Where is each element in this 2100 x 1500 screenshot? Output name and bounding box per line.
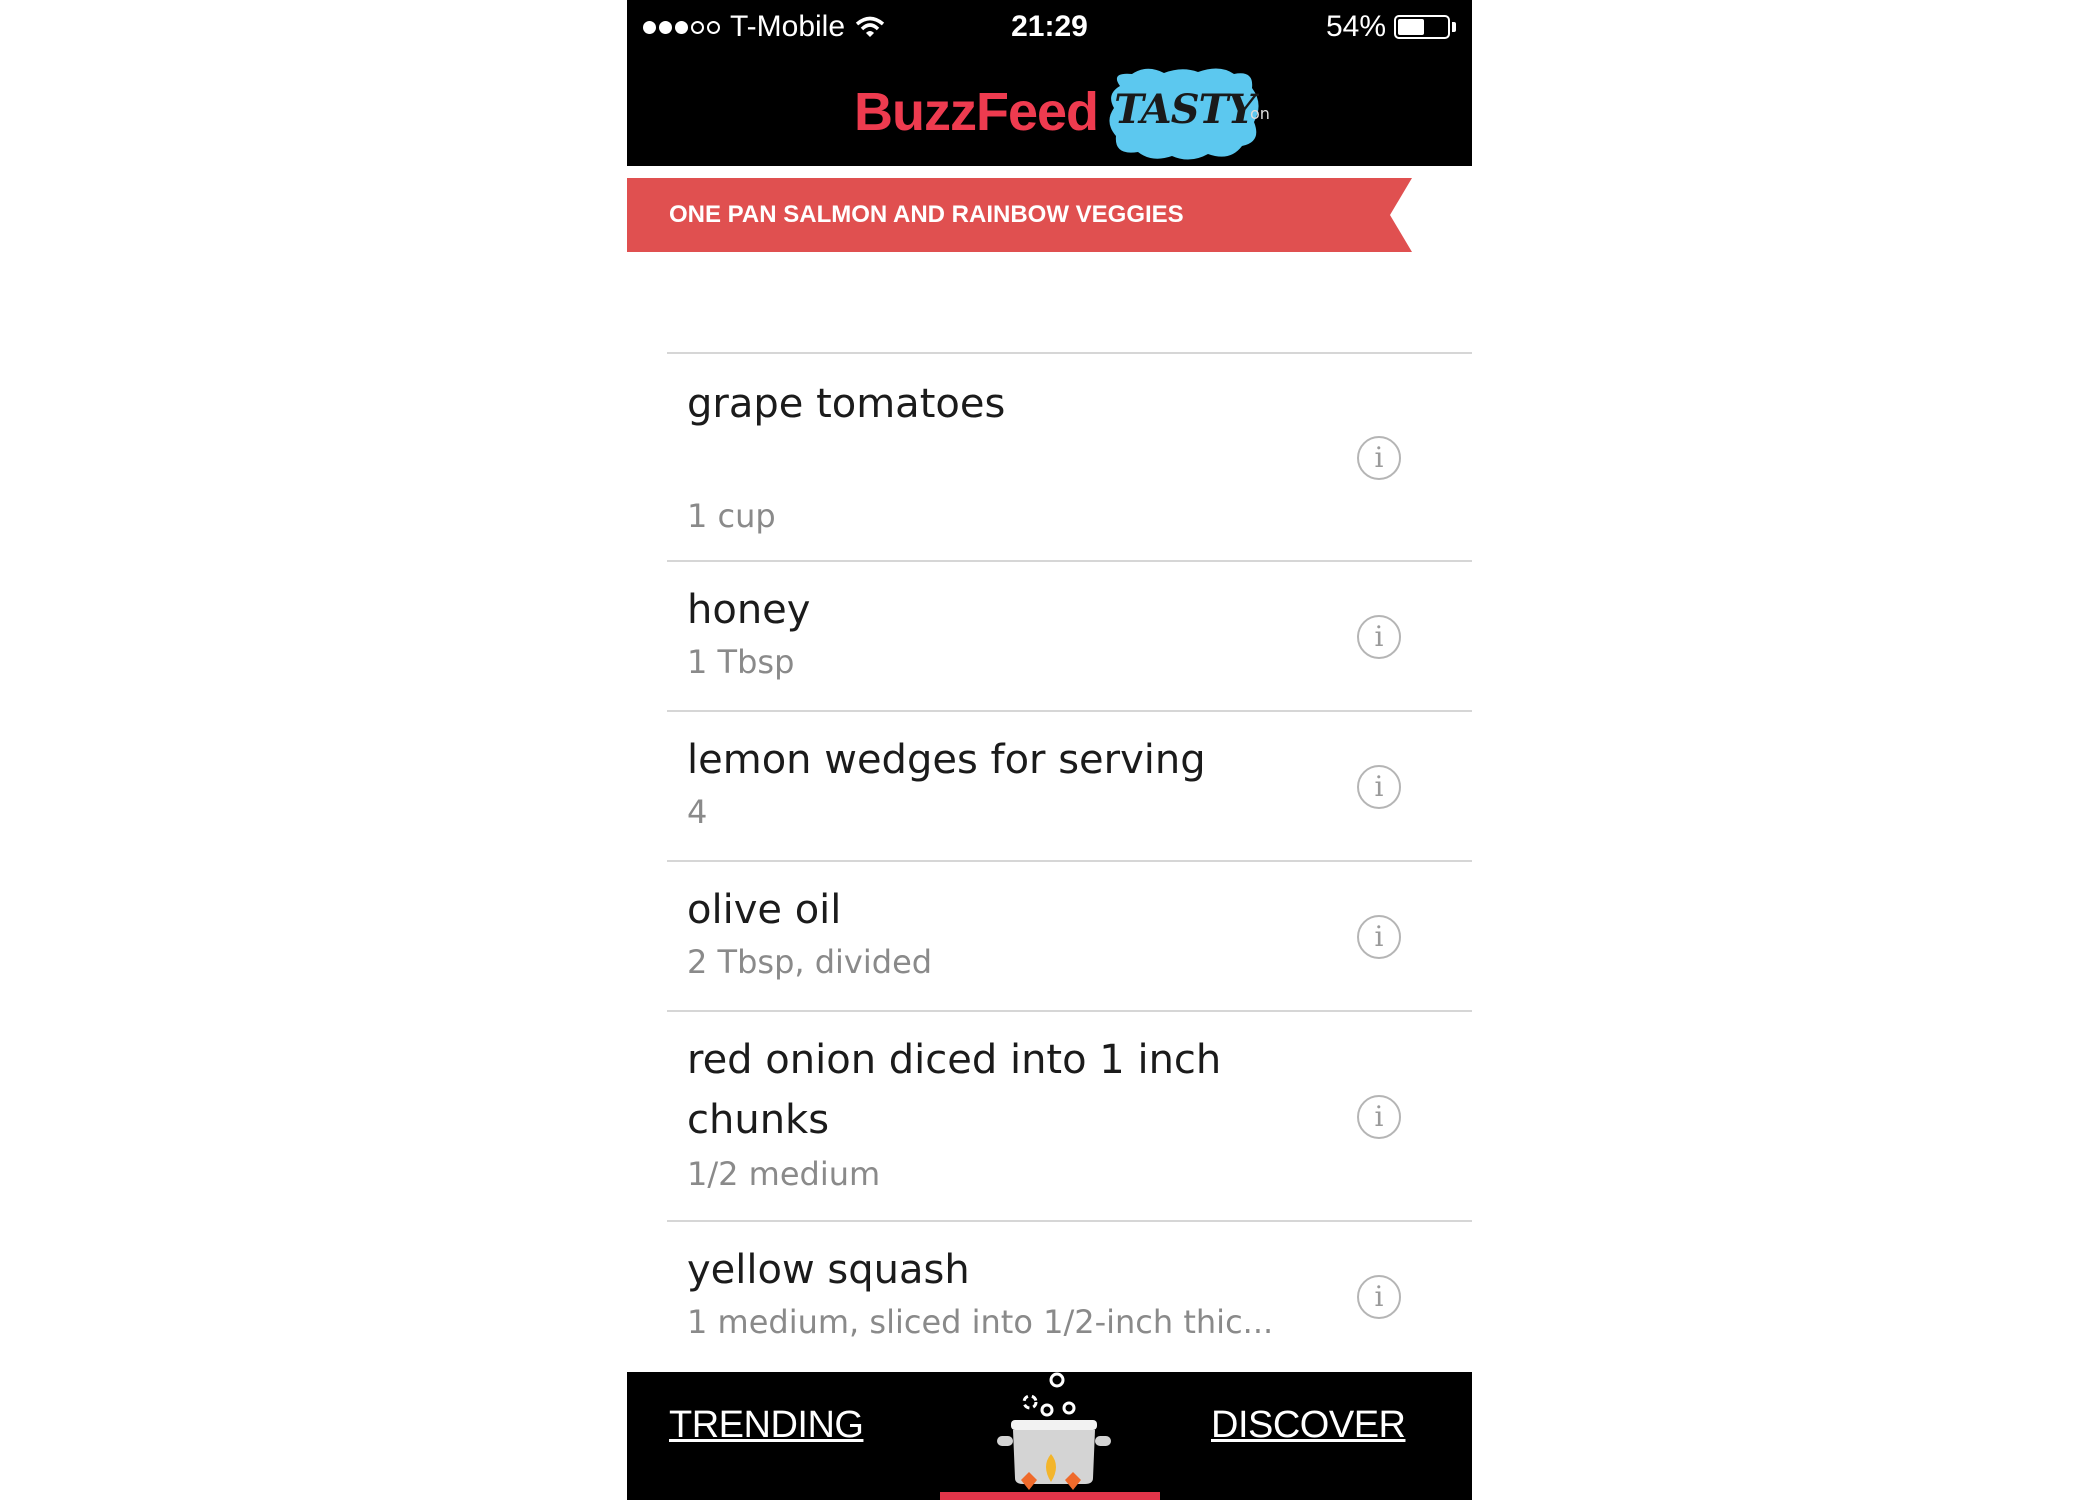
list-item[interactable]: honey 1 Tbsp i: [667, 562, 1472, 712]
tasty-logo: TASTY: [1114, 86, 1256, 133]
info-icon[interactable]: i: [1357, 436, 1401, 480]
ingredient-name: lemon wedges for serving: [687, 737, 1206, 783]
battery-group: 54%: [1326, 10, 1456, 44]
status-bar: T-Mobile 21:29 54%: [627, 0, 1472, 56]
ingredient-quantity: 1 medium, sliced into 1/2-inch thic...: [687, 1303, 1274, 1341]
ingredient-name: grape tomatoes: [687, 381, 1006, 427]
tab-discover[interactable]: DISCOVER: [1211, 1404, 1406, 1447]
tab-trending[interactable]: TRENDING: [669, 1404, 864, 1447]
ingredient-quantity: 1/2 medium: [687, 1155, 881, 1193]
battery-percent: 54%: [1325, 10, 1386, 43]
logo-suffix: on: [1250, 104, 1270, 123]
ingredient-quantity: 4: [687, 793, 708, 831]
list-item[interactable]: grape tomatoes 1 cup i: [667, 354, 1472, 562]
ingredient-name: honey: [687, 587, 811, 633]
top-bar: T-Mobile 21:29 54% BuzzFeed TASTY on: [627, 0, 1472, 166]
recipe-title: ONE PAN SALMON AND RAINBOW VEGGIES: [669, 201, 1184, 228]
list-header-spacer: [667, 252, 1472, 354]
recipe-title-banner: ONE PAN SALMON AND RAINBOW VEGGIES: [627, 178, 1412, 252]
ingredient-name: yellow squash: [687, 1247, 970, 1293]
ingredient-quantity: 1 Tbsp: [687, 643, 795, 681]
buzzfeed-logo: BuzzFeed: [854, 82, 1099, 142]
active-indicator: [940, 1492, 1160, 1500]
ingredient-list: grape tomatoes 1 cup i honey 1 Tbsp i le…: [627, 252, 1472, 1372]
info-icon[interactable]: i: [1357, 765, 1401, 809]
bottom-nav: TRENDING DISCOVER: [627, 1372, 1472, 1500]
ingredient-quantity: 2 Tbsp, divided: [687, 943, 933, 981]
info-icon[interactable]: i: [1357, 1275, 1401, 1319]
cooking-pot-icon[interactable]: [977, 1372, 1127, 1500]
info-icon[interactable]: i: [1357, 615, 1401, 659]
phone-screen: T-Mobile 21:29 54% BuzzFeed TASTY on ONE…: [627, 0, 1472, 1500]
list-item[interactable]: red onion diced into 1 inch chunks 1/2 m…: [667, 1012, 1472, 1222]
info-icon[interactable]: i: [1357, 1095, 1401, 1139]
app-logo: BuzzFeed TASTY on: [627, 56, 1472, 166]
ingredient-name: olive oil: [687, 887, 842, 933]
list-item[interactable]: yellow squash 1 medium, sliced into 1/2-…: [667, 1222, 1472, 1372]
list-item[interactable]: lemon wedges for serving 4 i: [667, 712, 1472, 862]
battery-icon: [1394, 15, 1450, 39]
ingredient-quantity: 1 cup: [687, 497, 776, 535]
ingredient-name: red onion diced into 1 inch: [687, 1037, 1222, 1083]
info-icon[interactable]: i: [1357, 915, 1401, 959]
list-item[interactable]: olive oil 2 Tbsp, divided i: [667, 862, 1472, 1012]
ingredient-name-line2: chunks: [687, 1097, 830, 1143]
